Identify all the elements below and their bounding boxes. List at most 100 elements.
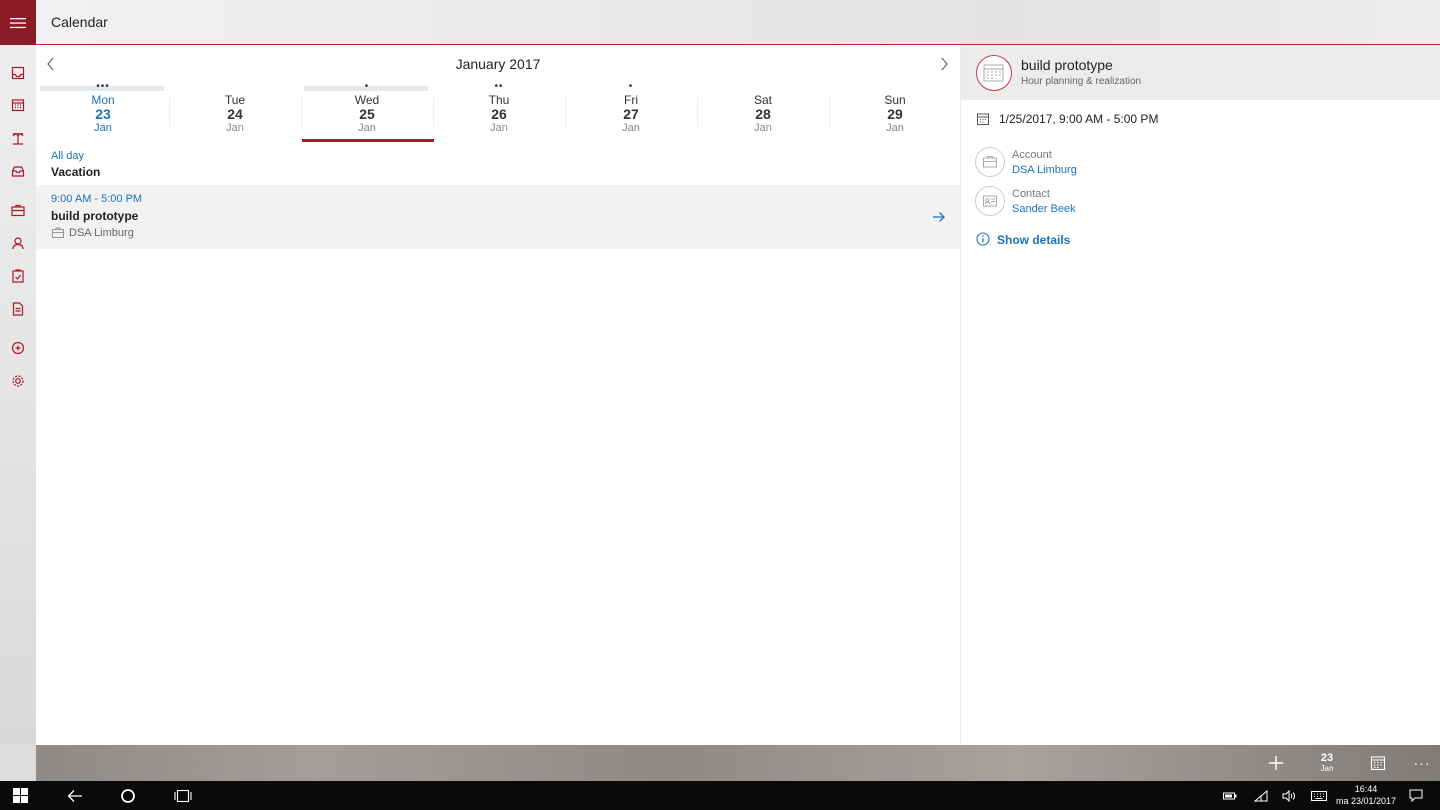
calendar-icon xyxy=(976,55,1012,91)
clock[interactable]: 16:44 ma 23/01/2017 xyxy=(1330,783,1402,807)
cortana-button[interactable] xyxy=(110,781,146,810)
briefcase-icon[interactable] xyxy=(10,202,26,218)
clock-date: ma 23/01/2017 xyxy=(1335,796,1397,806)
wifi-icon xyxy=(1254,789,1268,801)
event-dots: • xyxy=(628,81,634,92)
plus-icon xyxy=(1269,756,1283,770)
more-button[interactable]: ··· xyxy=(1402,745,1440,781)
day-number: 29 xyxy=(887,106,903,122)
detail-panel: build prototype Hour planning & realizat… xyxy=(960,45,1440,745)
day-month: Jan xyxy=(358,122,376,134)
month-label: January 2017 xyxy=(455,56,541,72)
day-month: Jan xyxy=(622,122,640,134)
clipboard-icon[interactable] xyxy=(10,268,26,284)
calendar-pane: January 2017 ••• Mon 23 Jan Tue 24 Jan • Wed 25 Ja… xyxy=(36,45,960,745)
notification-icon xyxy=(1409,789,1423,802)
calendar-view-button[interactable] xyxy=(1358,745,1398,781)
today-day-number: 23 xyxy=(1320,752,1334,764)
all-day-event[interactable]: Vacation xyxy=(51,165,100,179)
cortana-circle-icon xyxy=(121,788,135,803)
next-week-button[interactable] xyxy=(937,55,951,73)
all-day-label: All day xyxy=(51,150,85,162)
day-of-week: Sat xyxy=(753,93,772,107)
day-tue[interactable]: Tue 24 Jan xyxy=(170,85,302,141)
day-of-week: Mon xyxy=(91,93,115,107)
briefcase-icon xyxy=(52,227,64,238)
account-label: Account xyxy=(1012,149,1052,161)
info-icon xyxy=(976,232,990,246)
vacation-icon[interactable] xyxy=(10,130,26,146)
person-icon[interactable] xyxy=(10,235,26,251)
day-of-week: Sun xyxy=(884,93,906,107)
day-number: 24 xyxy=(227,106,243,122)
day-of-week: Wed xyxy=(354,93,380,107)
back-button[interactable] xyxy=(57,781,93,810)
action-center-button[interactable] xyxy=(1398,781,1434,810)
contact-link[interactable]: Sander Beek xyxy=(1012,203,1076,215)
speaker-icon xyxy=(1282,789,1295,802)
day-number: 23 xyxy=(95,106,111,122)
day-month: Jan xyxy=(490,122,508,134)
day-number: 26 xyxy=(491,106,507,122)
day-number: 27 xyxy=(623,106,639,122)
selected-day-underline xyxy=(302,139,434,142)
day-of-week: Fri xyxy=(624,93,638,107)
day-sun[interactable]: Sun 29 Jan xyxy=(830,85,960,141)
inbox-icon[interactable] xyxy=(10,65,26,81)
task-view-button[interactable] xyxy=(165,781,201,810)
account-icon xyxy=(975,147,1005,177)
day-of-week: Thu xyxy=(488,93,510,107)
day-of-week: Tue xyxy=(224,93,246,107)
contact-icon xyxy=(975,186,1005,216)
day-month: Jan xyxy=(94,122,112,134)
day-month: Jan xyxy=(754,122,772,134)
detail-header: build prototype Hour planning & realizat… xyxy=(961,45,1440,100)
day-number: 28 xyxy=(755,106,771,122)
day-sat[interactable]: Sat 28 Jan xyxy=(698,85,830,141)
keyboard-icon xyxy=(1311,790,1327,801)
day-wed[interactable]: • Wed 25 Jan xyxy=(302,81,434,142)
calendar-grid-icon xyxy=(1370,756,1386,771)
day-month: Jan xyxy=(886,122,904,134)
report-icon[interactable] xyxy=(10,340,26,356)
app-bar: 23 Jan ··· xyxy=(36,745,1440,781)
event-dots: •• xyxy=(494,81,504,92)
show-details-link[interactable]: Show details xyxy=(997,233,1070,247)
arrow-right-icon[interactable] xyxy=(932,210,946,224)
day-fri[interactable]: • Fri 27 Jan xyxy=(566,81,698,141)
today-month: Jan xyxy=(1320,764,1334,773)
event-account: DSA Limburg xyxy=(69,227,134,239)
document-icon[interactable] xyxy=(10,301,26,317)
event-time: 9:00 AM - 5:00 PM xyxy=(51,193,143,205)
calendar-small-icon xyxy=(977,113,989,125)
day-month: Jan xyxy=(226,122,244,134)
event-title: build prototype xyxy=(51,209,139,223)
start-button[interactable] xyxy=(2,781,38,810)
settings-icon[interactable] xyxy=(10,373,26,389)
windows-logo-icon xyxy=(12,788,28,803)
detail-subtitle: Hour planning & realization xyxy=(1021,76,1142,87)
event-dots: ••• xyxy=(96,81,110,92)
hamburger-menu-button[interactable] xyxy=(0,0,36,45)
back-arrow-icon xyxy=(67,789,82,802)
account-link[interactable]: DSA Limburg xyxy=(1012,164,1077,176)
detail-datetime: 1/25/2017, 9:00 AM - 5:00 PM xyxy=(999,112,1159,126)
calendar-icon[interactable] xyxy=(10,97,26,113)
day-thu[interactable]: •• Thu 26 Jan xyxy=(434,81,566,141)
today-button[interactable]: 23 Jan xyxy=(1307,745,1347,781)
contact-label: Contact xyxy=(1012,188,1050,200)
add-button[interactable] xyxy=(1256,745,1296,781)
battery-icon xyxy=(1223,792,1237,799)
event-item[interactable]: 9:00 AM - 5:00 PM build prototype DSA Li… xyxy=(36,185,960,249)
detail-title: build prototype xyxy=(1021,57,1113,73)
hamburger-icon xyxy=(10,17,26,28)
taskbar: 16:44 ma 23/01/2017 xyxy=(0,781,1440,810)
clock-time: 16:44 xyxy=(1354,784,1378,794)
app-title: Calendar xyxy=(51,14,108,30)
task-view-icon xyxy=(174,789,192,802)
title-bar: Calendar xyxy=(0,0,1440,45)
sidebar xyxy=(0,45,36,745)
tray-icon[interactable] xyxy=(10,163,26,179)
event-dots: • xyxy=(364,81,370,92)
day-mon[interactable]: ••• Mon 23 Jan xyxy=(38,81,170,141)
